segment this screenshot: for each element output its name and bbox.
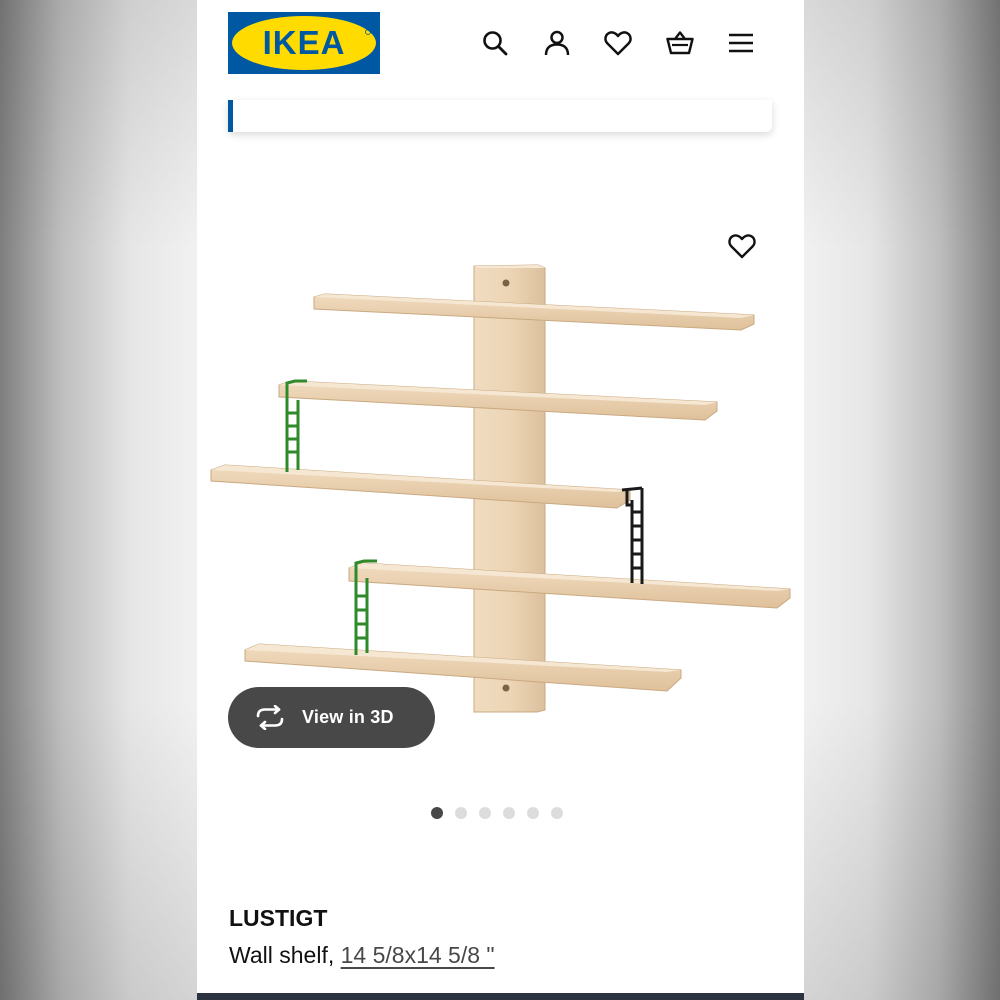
- mobile-page: IKEA View in 3D LUSTIGT Wall shelf, 14 5…: [197, 0, 804, 1000]
- product-description: Wall shelf, 14 5/8x14 5/8 ": [229, 942, 495, 969]
- menu-icon: [729, 33, 753, 53]
- add-to-favorites-button[interactable]: [725, 231, 759, 261]
- wishlist-button[interactable]: [598, 23, 638, 63]
- product-name: LUSTIGT: [229, 905, 328, 931]
- user-icon: [544, 30, 570, 56]
- carousel-dot-1[interactable]: [431, 807, 443, 819]
- wall-shelf-illustration: [210, 264, 791, 713]
- cart-button[interactable]: [660, 23, 700, 63]
- carousel-dot-2[interactable]: [455, 807, 467, 819]
- logo-text: IKEA: [263, 24, 346, 61]
- product-type: Wall shelf,: [229, 942, 341, 968]
- ikea-logo[interactable]: IKEA: [228, 12, 380, 74]
- carousel-dot-3[interactable]: [479, 807, 491, 819]
- basket-icon: [666, 31, 694, 55]
- notice-accent-bar: [228, 100, 233, 132]
- notice-banner: [228, 100, 772, 132]
- product-size-link[interactable]: 14 5/8x14 5/8 ": [341, 942, 495, 968]
- account-button[interactable]: [537, 23, 577, 63]
- bottom-edge: [197, 993, 804, 1000]
- heart-icon: [728, 234, 756, 259]
- view-in-3d-button[interactable]: View in 3D: [228, 687, 435, 748]
- product-image[interactable]: [197, 200, 804, 760]
- search-icon: [483, 31, 508, 56]
- site-header: IKEA: [197, 0, 804, 100]
- carousel-dot-6[interactable]: [551, 807, 563, 819]
- search-button[interactable]: [475, 23, 515, 63]
- view-in-3d-label: View in 3D: [302, 707, 394, 727]
- image-carousel-dots: [431, 807, 563, 819]
- carousel-dot-5[interactable]: [527, 807, 539, 819]
- carousel-dot-4[interactable]: [503, 807, 515, 819]
- rotate-3d-icon: [256, 705, 284, 730]
- menu-button[interactable]: [721, 23, 761, 63]
- heart-icon: [604, 31, 632, 56]
